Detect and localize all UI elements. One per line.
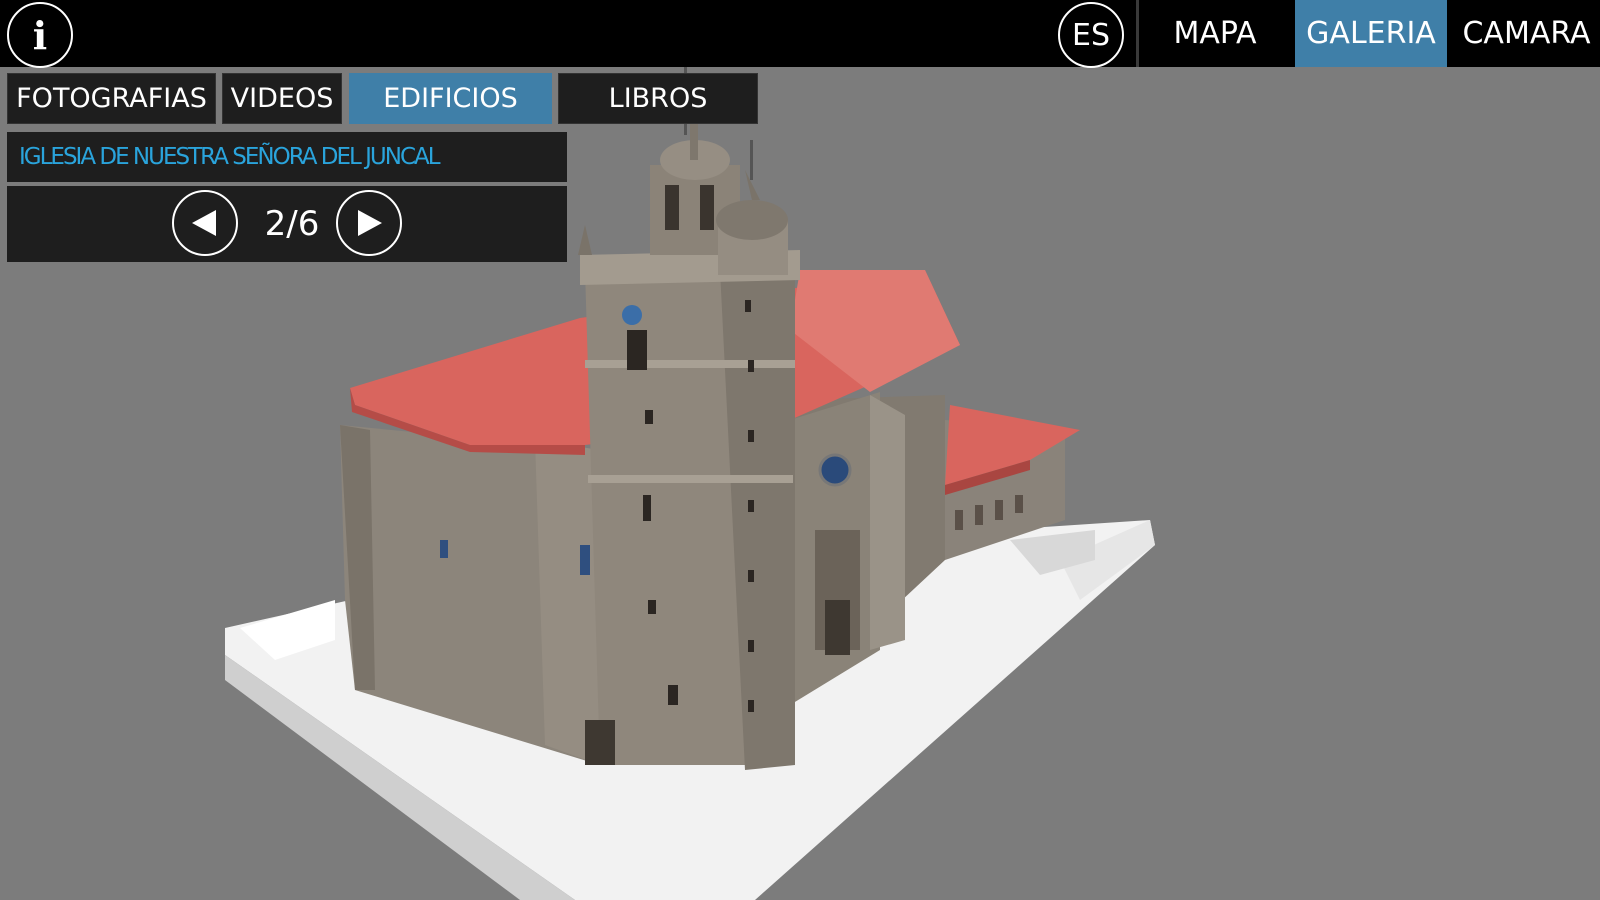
triangle-left-icon bbox=[192, 210, 216, 236]
building-title: IGLESIA DE NUESTRA SEÑORA DEL JUNCAL bbox=[7, 132, 567, 182]
subtab-edificios[interactable]: EDIFICIOS bbox=[349, 73, 552, 124]
nav-tab-galeria[interactable]: GALERIA bbox=[1295, 0, 1447, 67]
subtab-videos[interactable]: VIDEOS bbox=[222, 73, 342, 124]
subtab-fotografias[interactable]: FOTOGRAFIAS bbox=[7, 73, 216, 124]
previous-button[interactable] bbox=[172, 190, 238, 256]
triangle-right-icon bbox=[358, 210, 382, 236]
nav-tab-camara[interactable]: CAMARA bbox=[1453, 0, 1600, 67]
page-counter: 2/6 bbox=[264, 204, 320, 244]
info-button[interactable]: i bbox=[7, 2, 73, 68]
building-pager: 2/6 bbox=[7, 186, 567, 262]
language-button[interactable]: ES bbox=[1058, 2, 1124, 68]
top-bar: i ES MAPA GALERIA CAMARA bbox=[0, 0, 1600, 68]
subtab-libros[interactable]: LIBROS bbox=[558, 73, 758, 124]
nav-tab-mapa[interactable]: MAPA bbox=[1139, 0, 1291, 67]
info-icon: i bbox=[32, 12, 48, 58]
next-button[interactable] bbox=[336, 190, 402, 256]
